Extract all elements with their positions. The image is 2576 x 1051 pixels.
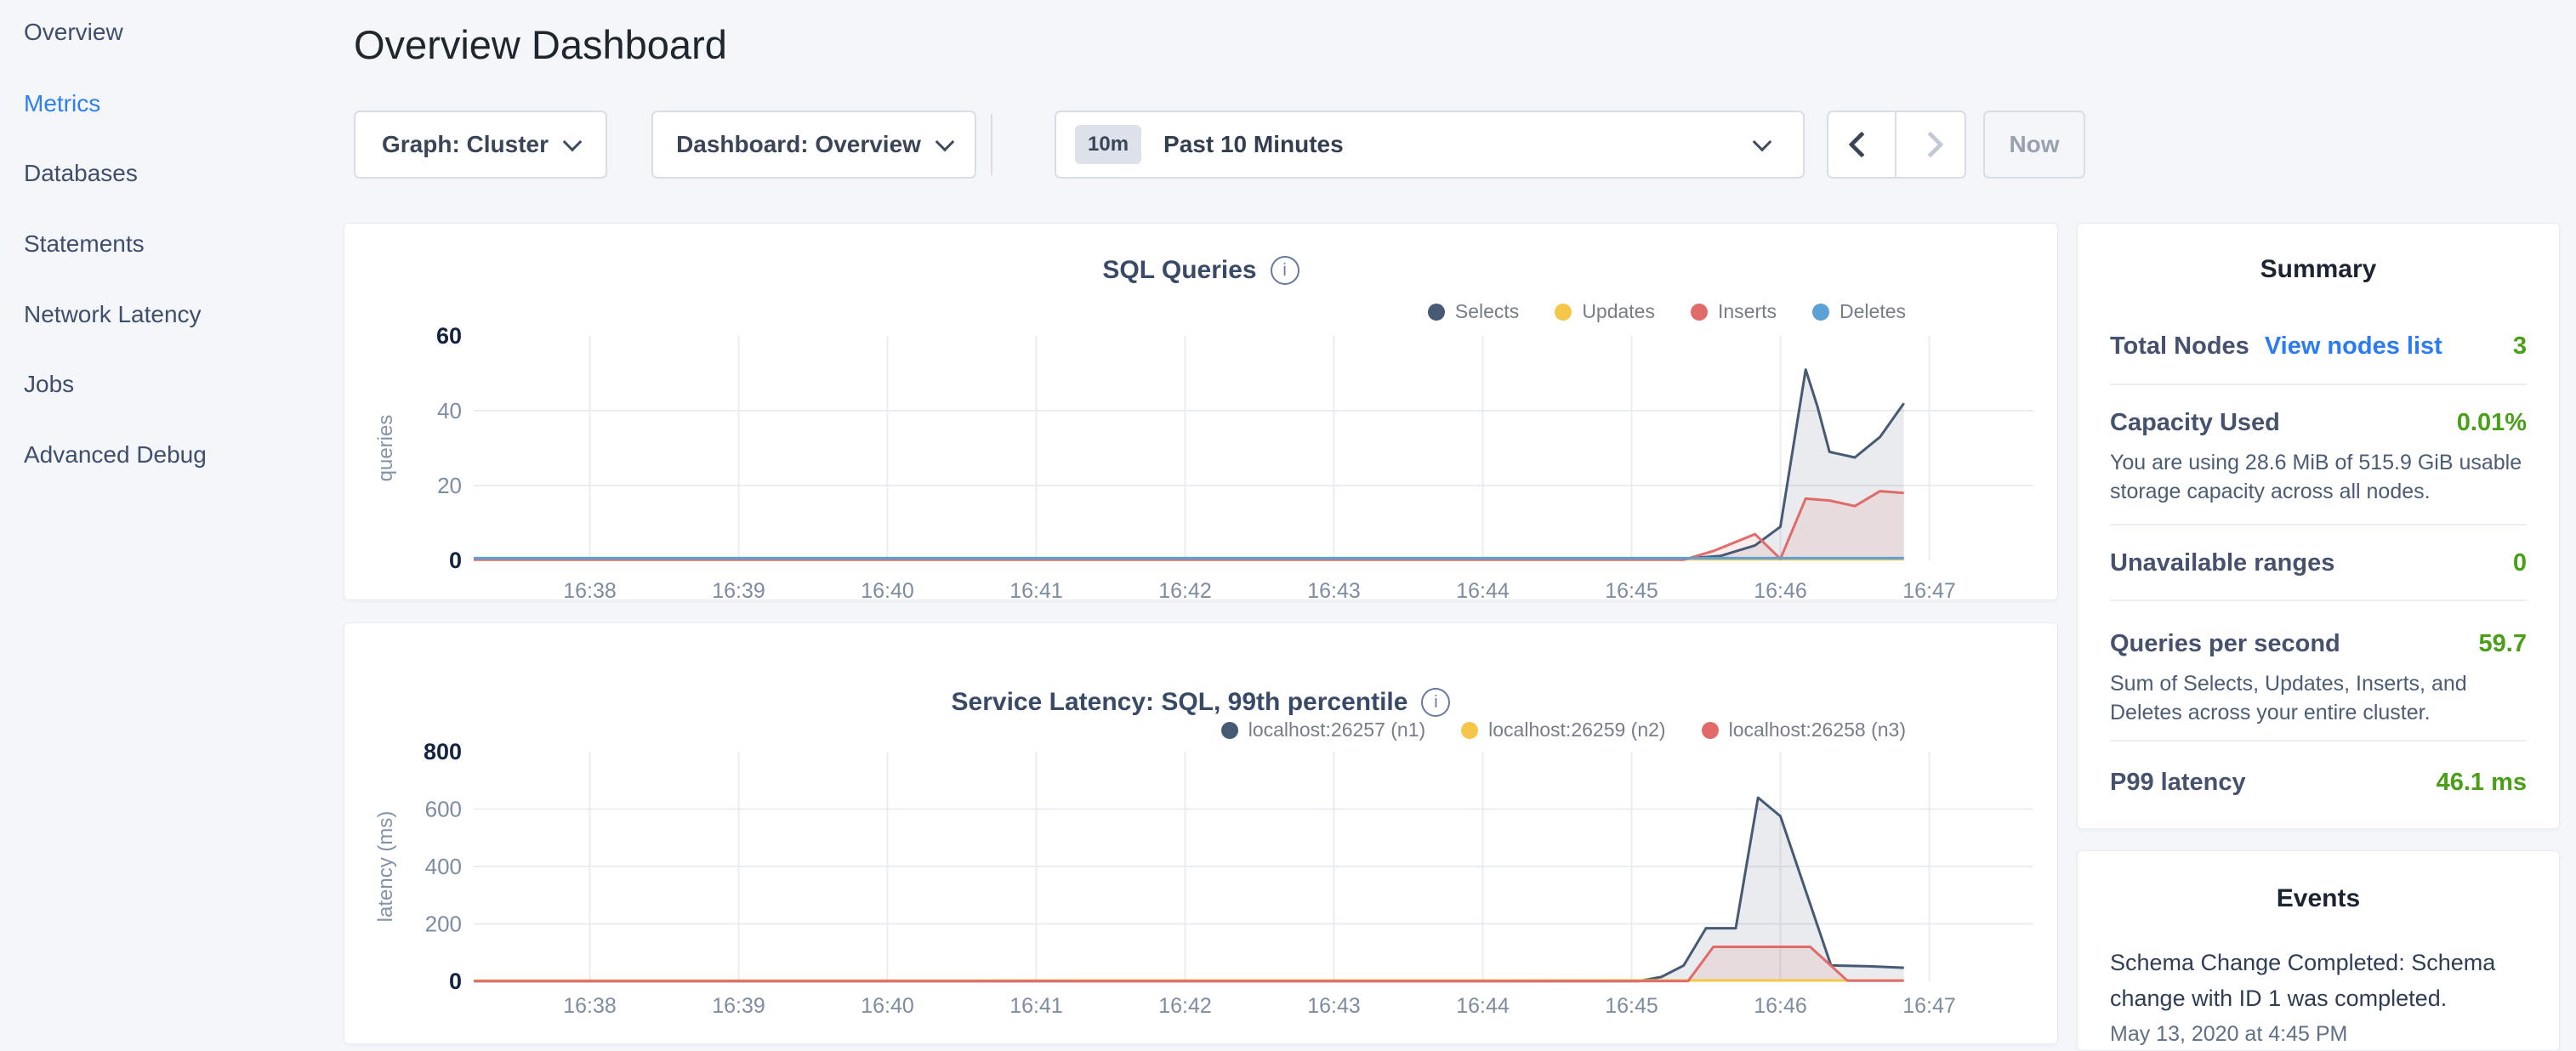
service-latency-card: Service Latency: SQL, 99th percentile i …: [344, 622, 2058, 1044]
now-button-label: Now: [2009, 131, 2059, 158]
time-prev-button[interactable]: [1828, 112, 1896, 177]
svg-text:600: 600: [425, 797, 462, 822]
svg-text:16:42: 16:42: [1158, 994, 1212, 1018]
svg-text:16:45: 16:45: [1605, 994, 1658, 1018]
svg-text:40: 40: [437, 398, 462, 423]
svg-text:16:40: 16:40: [861, 994, 914, 1018]
svg-text:latency (ms): latency (ms): [374, 811, 397, 923]
svg-text:400: 400: [425, 854, 462, 879]
svg-text:16:43: 16:43: [1307, 994, 1361, 1018]
chevron-down-icon: [1753, 133, 1772, 152]
svg-text:0: 0: [449, 969, 462, 994]
summary-row-value: 46.1 ms: [2437, 769, 2527, 797]
chevron-right-icon: [1917, 131, 1943, 157]
svg-text:16:40: 16:40: [861, 579, 914, 601]
now-button[interactable]: Now: [1983, 111, 2085, 179]
svg-text:16:39: 16:39: [712, 994, 765, 1018]
sidebar-item-advanced-debug[interactable]: Advanced Debug: [24, 440, 207, 469]
summary-row-label: P99 latency: [2110, 767, 2246, 798]
summary-row-queries-per-second: Queries per second 59.7 Sum of Selects, …: [2110, 601, 2527, 741]
page-title: Overview Dashboard: [354, 20, 727, 70]
sidebar-item-databases[interactable]: Databases: [24, 159, 138, 188]
chevron-left-icon: [1848, 131, 1874, 157]
summary-row-unavailable-ranges: Unavailable ranges 0: [2110, 526, 2527, 601]
svg-text:16:45: 16:45: [1605, 579, 1658, 601]
svg-text:16:39: 16:39: [712, 579, 765, 601]
graph-scope-dropdown[interactable]: Graph: Cluster: [354, 111, 607, 179]
svg-text:60: 60: [436, 323, 462, 349]
sql-queries-card: SQL Queries i SelectsUpdatesInsertsDelet…: [344, 223, 2058, 600]
time-range-badge: 10m: [1075, 125, 1141, 164]
event-timestamp: May 13, 2020 at 4:45 PM: [2110, 1020, 2527, 1048]
sidebar-item-jobs[interactable]: Jobs: [24, 370, 74, 399]
summary-row-value: 59.7: [2479, 630, 2527, 658]
dashboard-dropdown-label: Dashboard: Overview: [676, 131, 921, 158]
service-latency-chart[interactable]: 16:38 16:39 16:40 16:41 16:42 16:43 16:44 16:45…: [344, 623, 2059, 1045]
sidebar: Overview Metrics Databases Statements Ne…: [0, 0, 344, 1051]
svg-text:16:47: 16:47: [1902, 579, 1956, 601]
svg-text:16:38: 16:38: [563, 994, 617, 1018]
svg-text:16:47: 16:47: [1902, 994, 1956, 1018]
summary-row-description: Sum of Selects, Updates, Inserts, and De…: [2110, 669, 2527, 727]
time-next-button[interactable]: [1896, 112, 1965, 177]
summary-title: Summary: [2078, 224, 2559, 285]
svg-text:16:46: 16:46: [1754, 994, 1807, 1018]
summary-panel: Summary Total Nodes View nodes list 3 Ca…: [2077, 223, 2560, 829]
event-list-item[interactable]: Schema Change Completed: Schema change w…: [2078, 945, 2559, 1048]
controls-divider: [991, 114, 992, 175]
summary-row-label: Total Nodes: [2110, 331, 2249, 361]
svg-text:16:44: 16:44: [1456, 579, 1510, 601]
chevron-down-icon: [563, 133, 583, 152]
sidebar-item-statements[interactable]: Statements: [24, 230, 145, 258]
svg-text:16:41: 16:41: [1009, 579, 1063, 601]
svg-text:16:42: 16:42: [1158, 579, 1212, 601]
svg-text:800: 800: [424, 739, 462, 764]
summary-row-p99-latency: P99 latency 46.1 ms: [2110, 741, 2527, 837]
svg-text:20: 20: [437, 473, 462, 498]
svg-text:0: 0: [449, 548, 462, 573]
summary-row-total-nodes: Total Nodes View nodes list 3: [2110, 285, 2527, 385]
sidebar-item-network-latency[interactable]: Network Latency: [24, 300, 202, 329]
summary-row-value: 0: [2513, 549, 2527, 577]
svg-text:16:43: 16:43: [1307, 579, 1361, 601]
events-title: Events: [2078, 851, 2559, 914]
chevron-down-icon: [935, 133, 955, 152]
svg-text:200: 200: [425, 912, 462, 937]
time-range-label: Past 10 Minutes: [1163, 131, 1344, 158]
svg-text:16:38: 16:38: [563, 579, 617, 601]
event-text: Schema Change Completed: Schema change w…: [2110, 945, 2527, 1016]
summary-row-label: Unavailable ranges: [2110, 548, 2334, 578]
summary-row-value: 0.01%: [2457, 409, 2527, 437]
summary-row-description: You are using 28.6 MiB of 515.9 GiB usab…: [2110, 448, 2527, 506]
time-range-selector[interactable]: 10m Past 10 Minutes: [1055, 111, 1805, 179]
events-panel: Events Schema Change Completed: Schema c…: [2077, 850, 2560, 1051]
dashboard-dropdown[interactable]: Dashboard: Overview: [651, 111, 976, 179]
sidebar-item-metrics[interactable]: Metrics: [24, 89, 100, 118]
view-nodes-list-link[interactable]: View nodes list: [2265, 332, 2442, 361]
summary-row-capacity-used: Capacity Used 0.01% You are using 28.6 M…: [2110, 385, 2527, 526]
sql-queries-chart[interactable]: 16:38 16:39 16:40 16:41 16:42 16:43 16:44 16:45…: [344, 224, 2059, 601]
svg-text:queries: queries: [374, 415, 397, 482]
svg-text:16:46: 16:46: [1754, 579, 1807, 601]
summary-row-label: Capacity Used: [2110, 407, 2280, 438]
time-pager: [1827, 111, 1966, 179]
svg-text:16:41: 16:41: [1009, 994, 1063, 1018]
sidebar-item-overview[interactable]: Overview: [24, 18, 123, 47]
svg-text:16:44: 16:44: [1456, 994, 1510, 1018]
summary-row-value: 3: [2513, 332, 2527, 361]
summary-row-label: Queries per second: [2110, 628, 2340, 659]
graph-scope-label: Graph: Cluster: [382, 131, 549, 158]
